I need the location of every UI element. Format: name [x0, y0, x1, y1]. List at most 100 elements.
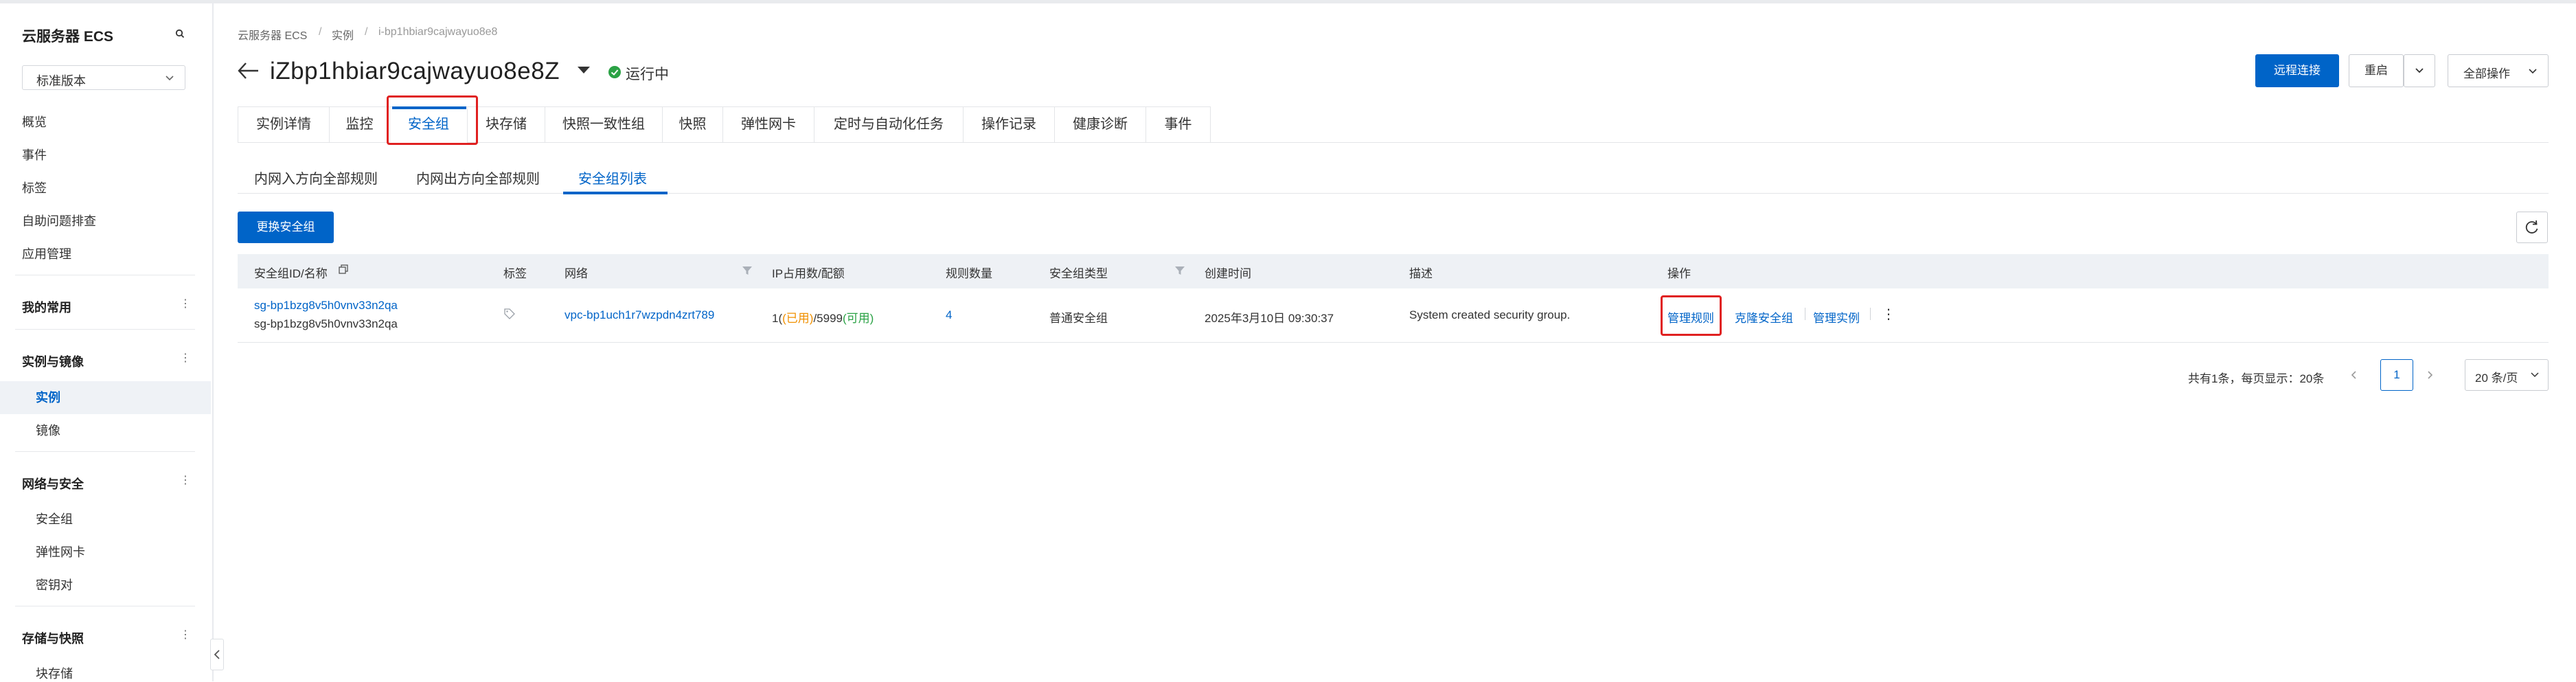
column-actions: 操作	[1667, 267, 1691, 280]
tab-scheduled-tasks[interactable]: 定时与自动化任务	[814, 106, 964, 143]
more-icon[interactable]: ⋮	[180, 473, 191, 487]
created-time: 2025年3月10日 09:30:37	[1205, 312, 1334, 325]
remote-connect-button[interactable]: 远程连接	[2255, 54, 2339, 87]
search-icon[interactable]	[175, 29, 185, 42]
column-network: 网络	[565, 267, 588, 280]
page-title: iZbp1hbiar9cajwayuo8e8Z	[270, 58, 560, 84]
breadcrumb-current: i-bp1hbiar9cajwayuo8e8	[378, 26, 498, 38]
sidebar-item-events[interactable]: 事件	[22, 146, 47, 163]
chevron-down-icon	[2527, 65, 2538, 80]
page-number-current[interactable]: 1	[2380, 359, 2413, 391]
restart-button[interactable]: 重启	[2349, 54, 2404, 87]
sidebar: 云服务器 ECS 标准版本 概览 事件 标签 自助问题排查 应用管理 我的常用 …	[0, 3, 214, 681]
breadcrumb-ecs[interactable]: 云服务器 ECS	[238, 26, 307, 43]
sg-type: 普通安全组	[1049, 312, 1108, 325]
sidebar-divider	[15, 329, 195, 330]
filter-icon[interactable]	[1174, 265, 1185, 280]
sidebar-group-network-security[interactable]: 网络与安全	[22, 475, 84, 492]
filter-icon[interactable]	[742, 265, 753, 280]
version-select-value: 标准版本	[36, 74, 86, 88]
column-rule-count: 规则数量	[946, 267, 992, 280]
clone-security-group-link[interactable]: 克隆安全组	[1735, 308, 1793, 326]
ip-quota: /5999	[813, 312, 843, 325]
row-divider	[238, 342, 2549, 343]
sidebar-group-instances-images[interactable]: 实例与镜像	[22, 352, 84, 370]
tab-snapshot-consistency[interactable]: 快照一致性组	[545, 106, 663, 143]
sidebar-group-storage-snapshots[interactable]: 存储与快照	[22, 629, 84, 647]
sidebar-divider	[15, 451, 195, 452]
page-size-select[interactable]: 20 条/页	[2465, 359, 2549, 391]
tab-instance-details[interactable]: 实例详情	[238, 106, 330, 143]
prev-page-icon[interactable]	[2349, 370, 2360, 384]
restart-dropdown-button[interactable]	[2404, 54, 2435, 87]
sg-id-link[interactable]: sg-bp1bzg8v5h0vnv33n2qa	[254, 299, 398, 312]
breadcrumb-separator: /	[365, 26, 368, 38]
sidebar-title: 云服务器 ECS	[22, 29, 114, 45]
status-badge: 运行中	[626, 67, 669, 82]
top-border	[0, 0, 2576, 3]
tab-monitoring[interactable]: 监控	[329, 106, 390, 143]
tag-icon[interactable]	[503, 308, 516, 323]
chevron-down-icon	[164, 72, 175, 87]
refresh-button[interactable]	[2516, 212, 2548, 243]
sg-name: sg-bp1bzg8v5h0vnv33n2qa	[254, 317, 398, 330]
sidebar-item-tags[interactable]: 标签	[22, 179, 47, 196]
caret-down-icon[interactable]	[577, 65, 591, 78]
sidebar-group-favorites[interactable]: 我的常用	[22, 298, 71, 316]
ip-used-label: (已用)	[782, 312, 814, 325]
next-page-icon[interactable]	[2424, 370, 2435, 384]
rule-count-link[interactable]: 4	[946, 308, 952, 322]
sidebar-item-app-management[interactable]: 应用管理	[22, 245, 71, 262]
subtab-inbound-rules[interactable]: 内网入方向全部规则	[254, 168, 378, 187]
description: System created security group.	[1409, 308, 1571, 321]
sidebar-active-highlight	[0, 381, 211, 414]
more-icon[interactable]: ⋮	[180, 297, 191, 310]
sidebar-item-security-groups[interactable]: 安全组	[36, 510, 73, 527]
tab-health-diagnosis[interactable]: 健康诊断	[1054, 106, 1146, 143]
more-icon[interactable]: ⋮	[180, 351, 191, 365]
more-actions-icon[interactable]: ⋮	[1882, 306, 1895, 323]
ip-used-prefix: 1(	[772, 312, 783, 325]
tab-block-storage[interactable]: 块存储	[467, 106, 545, 143]
refresh-icon	[2525, 220, 2538, 234]
sidebar-item-overview[interactable]: 概览	[22, 113, 47, 130]
column-sg-id-name: 安全组ID/名称	[254, 267, 328, 280]
subtab-security-group-list[interactable]: 安全组列表	[578, 168, 647, 187]
ip-available-label: (可用)	[843, 312, 874, 325]
tab-eni[interactable]: 弹性网卡	[722, 106, 814, 143]
chevron-down-icon	[2530, 370, 2540, 383]
version-select[interactable]: 标准版本	[22, 65, 185, 90]
tab-snapshots[interactable]: 快照	[662, 106, 723, 143]
sidebar-item-troubleshoot[interactable]: 自助问题排查	[22, 212, 96, 229]
breadcrumb-separator: /	[319, 26, 322, 38]
sidebar-item-eni[interactable]: 弹性网卡	[36, 543, 85, 560]
sidebar-item-images[interactable]: 镜像	[36, 421, 60, 439]
back-arrow-icon[interactable]	[236, 60, 260, 84]
sidebar-item-key-pairs[interactable]: 密钥对	[36, 576, 73, 593]
sidebar-item-instances[interactable]: 实例	[36, 388, 60, 406]
highlight-box-tab	[387, 95, 478, 145]
tab-events[interactable]: 事件	[1145, 106, 1211, 143]
all-operations-label: 全部操作	[2463, 67, 2510, 80]
copy-icon[interactable]	[338, 264, 349, 278]
pagination-summary: 共有1条，每页显示：20条	[2188, 372, 2325, 385]
subtab-outbound-rules[interactable]: 内网出方向全部规则	[416, 168, 540, 187]
manage-instances-link[interactable]: 管理实例	[1813, 308, 1860, 326]
page-size-value: 20 条/页	[2475, 372, 2518, 385]
column-sg-type: 安全组类型	[1049, 267, 1108, 280]
more-icon[interactable]: ⋮	[180, 628, 191, 641]
ip-usage: 1((已用)/5999(可用)	[772, 308, 874, 326]
action-separator	[1870, 308, 1871, 320]
breadcrumb-instances[interactable]: 实例	[332, 26, 354, 43]
column-created-time: 创建时间	[1205, 267, 1251, 280]
vpc-link[interactable]: vpc-bp1uch1r7wzpdn4zrt789	[565, 308, 714, 322]
column-ip-usage: IP占用数/配额	[772, 267, 845, 280]
sidebar-collapse-button[interactable]	[210, 639, 224, 670]
chevron-down-icon	[2415, 68, 2424, 73]
all-operations-button[interactable]: 全部操作	[2448, 54, 2549, 87]
highlight-box-manage-rules	[1661, 295, 1722, 336]
change-security-group-button[interactable]: 更换安全组	[238, 212, 334, 243]
column-tags: 标签	[503, 267, 527, 280]
tab-operation-logs[interactable]: 操作记录	[963, 106, 1055, 143]
sidebar-item-block-storage[interactable]: 块存储	[36, 664, 73, 682]
